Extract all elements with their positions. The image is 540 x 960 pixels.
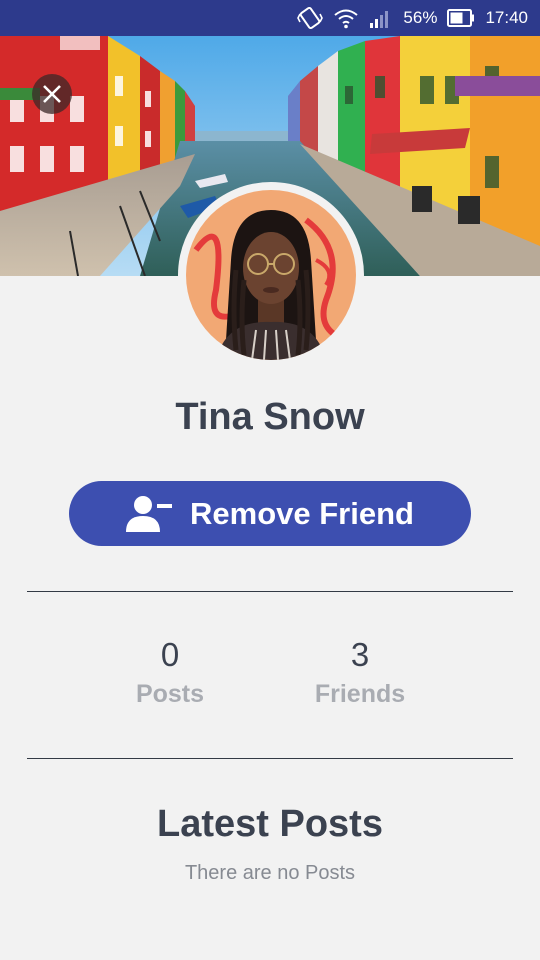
- remove-friend-label: Remove Friend: [190, 495, 414, 531]
- friends-count: 3: [350, 636, 370, 673]
- divider-bottom: [27, 758, 513, 759]
- close-icon: [43, 85, 61, 103]
- stat-posts[interactable]: 0 Posts: [70, 636, 270, 709]
- signal-icon: [369, 7, 393, 29]
- profile-name: Tina Snow: [175, 396, 365, 438]
- friends-label: Friends: [314, 680, 406, 708]
- user-minus-icon: [126, 494, 174, 534]
- status-time: 17:40: [485, 8, 528, 27]
- vibrate-icon: [297, 6, 324, 30]
- divider-top: [27, 591, 513, 592]
- battery-icon: [447, 9, 475, 27]
- posts-label: Posts: [135, 680, 205, 708]
- remove-friend-button[interactable]: Remove Friend: [69, 481, 471, 546]
- stat-friends[interactable]: 3 Friends: [260, 636, 460, 709]
- wifi-icon: [333, 7, 359, 29]
- no-posts-message: There are no Posts: [184, 862, 356, 884]
- close-button[interactable]: [32, 74, 72, 114]
- avatar[interactable]: [186, 190, 356, 360]
- latest-posts-title: Latest Posts: [157, 803, 383, 845]
- posts-count: 0: [160, 636, 180, 673]
- battery-percent: 56%: [403, 8, 438, 27]
- status-bar: 56% 17:40: [0, 0, 540, 36]
